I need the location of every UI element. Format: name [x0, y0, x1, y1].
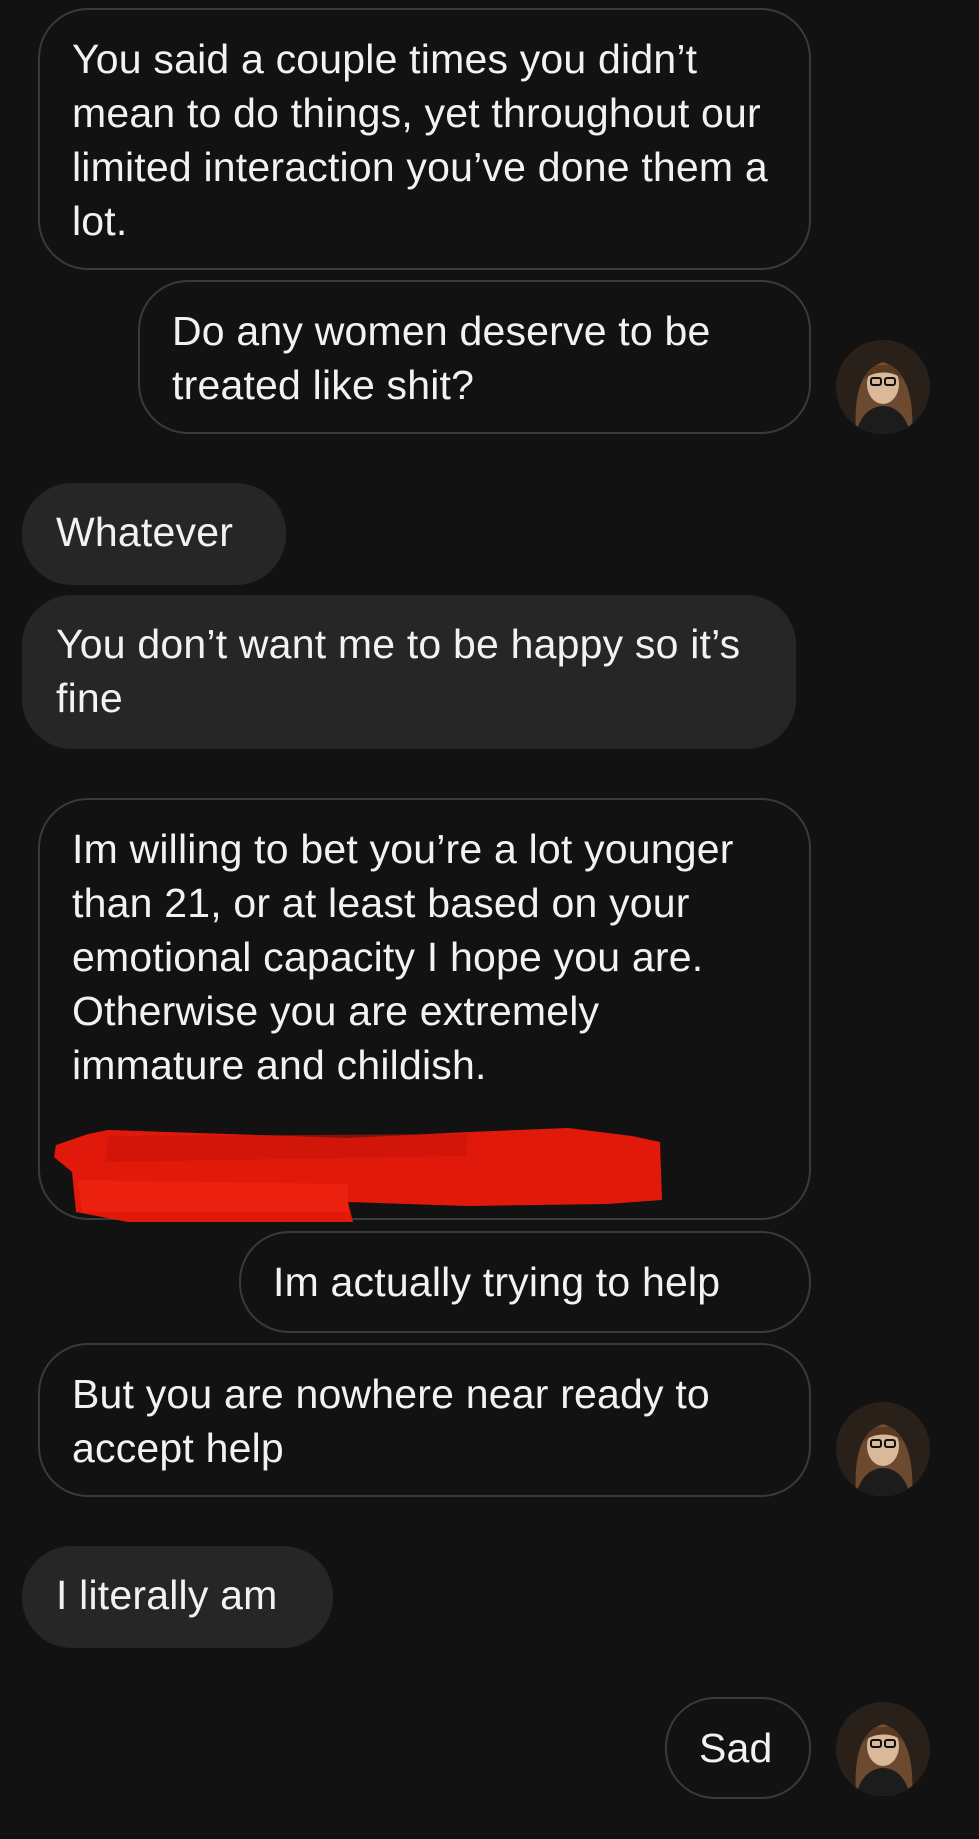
message-bubble-outgoing[interactable]: But you are nowhere near ready to accept… — [38, 1343, 811, 1497]
avatar[interactable] — [836, 1702, 930, 1796]
message-bubble-outgoing[interactable]: Sad — [665, 1697, 811, 1799]
message-text: Im actually trying to help — [273, 1259, 721, 1305]
message-bubble-incoming[interactable]: Whatever — [22, 483, 286, 585]
message-text: But you are nowhere near ready to accept… — [72, 1371, 710, 1471]
message-text: You said a couple times you didn’t mean … — [72, 36, 768, 244]
profile-photo-icon — [836, 1402, 930, 1496]
message-bubble-incoming[interactable]: I literally am — [22, 1546, 333, 1648]
message-bubble-outgoing[interactable]: Do any women deserve to be treated like … — [138, 280, 811, 434]
avatar[interactable] — [836, 340, 930, 434]
message-bubble-outgoing[interactable]: You said a couple times you didn’t mean … — [38, 8, 811, 270]
message-text: I literally am — [56, 1572, 278, 1618]
message-text: Do any women deserve to be treated like … — [172, 308, 711, 408]
message-text: Sad — [699, 1725, 773, 1771]
message-bubble-incoming[interactable]: You don’t want me to be happy so it’s fi… — [22, 595, 796, 749]
message-bubble-outgoing[interactable]: Im actually trying to help — [239, 1231, 811, 1333]
profile-photo-icon — [836, 340, 930, 434]
redaction-scribble — [48, 1072, 668, 1227]
message-text: You don’t want me to be happy so it’s fi… — [56, 621, 741, 721]
avatar[interactable] — [836, 1402, 930, 1496]
profile-photo-icon — [836, 1702, 930, 1796]
message-text: Whatever — [56, 509, 234, 555]
message-text: Im willing to bet you’re a lot younger t… — [72, 826, 734, 1088]
